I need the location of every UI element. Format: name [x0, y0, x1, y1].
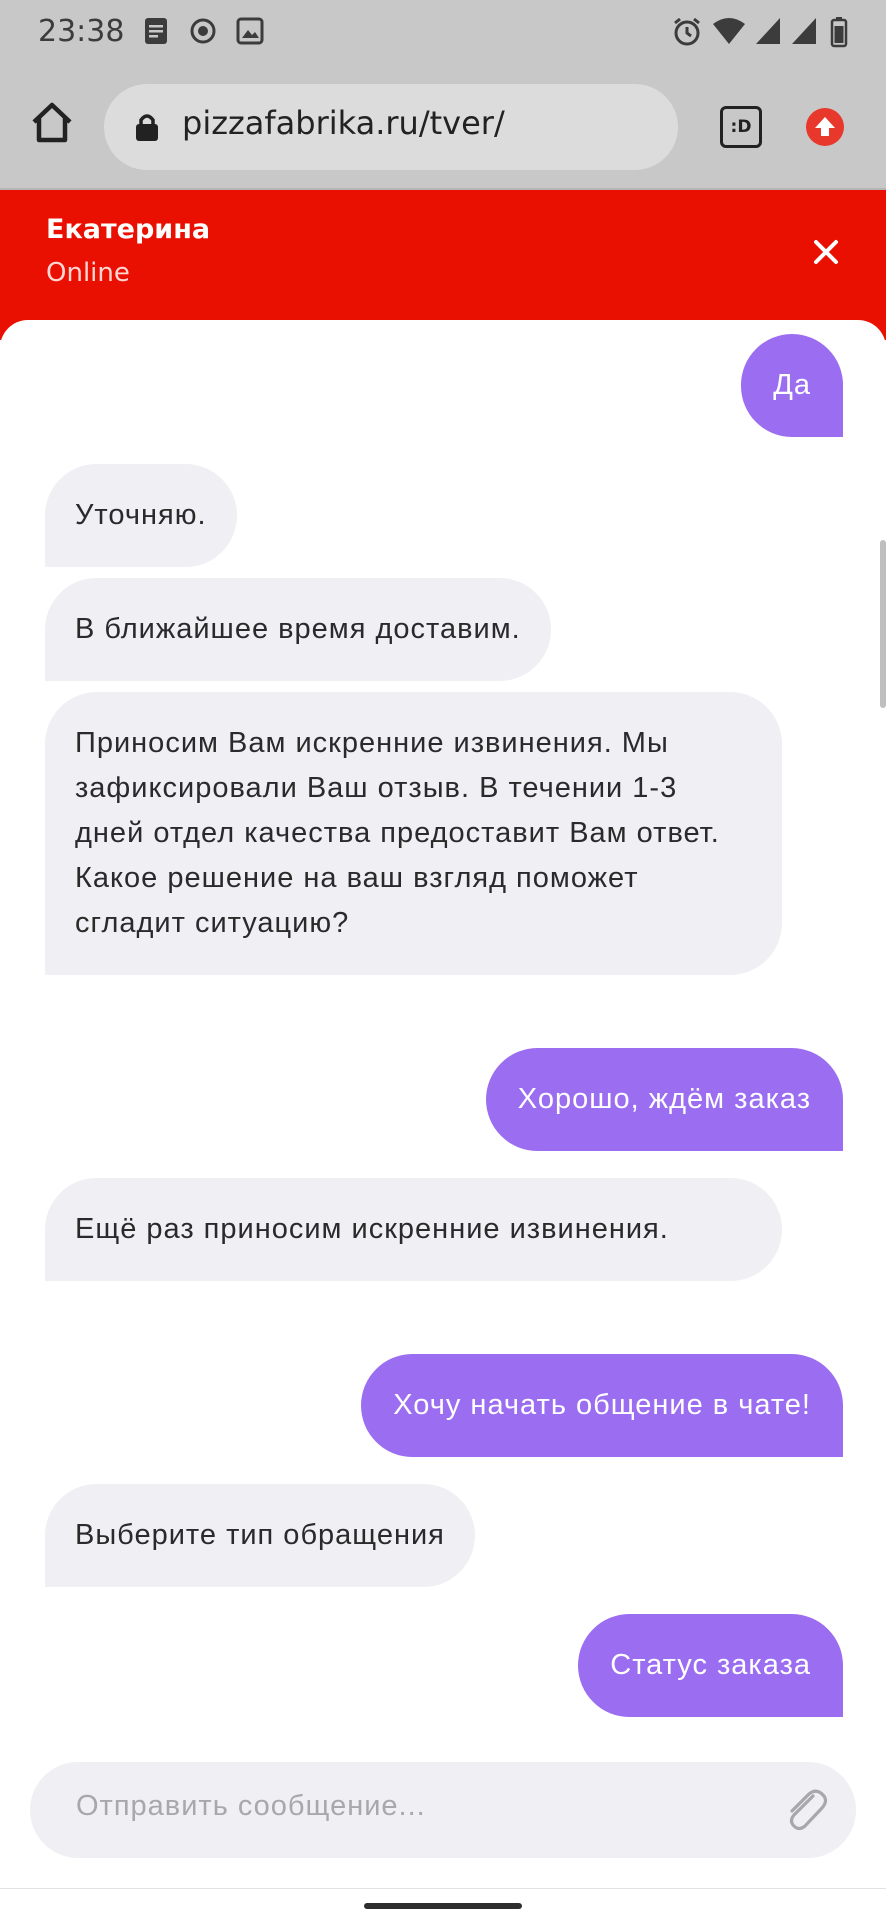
record-icon — [188, 16, 218, 50]
tab-switcher-button[interactable]: :D — [720, 106, 762, 148]
message-composer: Отправить сообщение... — [0, 1740, 886, 1890]
alarm-icon — [672, 16, 702, 52]
home-gesture-handle[interactable] — [364, 1903, 522, 1909]
signal-icon — [754, 16, 782, 50]
close-icon[interactable] — [808, 234, 844, 270]
chat-header: Екатерина Online — [0, 190, 886, 340]
chat-message-list[interactable]: Да Уточняю. В ближайшее время доставим. … — [0, 320, 886, 1740]
lock-icon — [134, 112, 160, 146]
system-nav-bar — [0, 1888, 886, 1921]
url-text: pizzafabrika.ru/tver/ — [182, 104, 505, 142]
paperclip-icon[interactable] — [780, 1784, 830, 1840]
user-message: Статус заказа — [578, 1614, 843, 1717]
agent-message: Уточняю. — [45, 464, 237, 567]
browser-toolbar: pizzafabrika.ru/tver/ :D — [0, 64, 886, 190]
extension-icon[interactable] — [806, 108, 844, 146]
message-input-placeholder: Отправить сообщение... — [76, 1790, 426, 1822]
scrollbar[interactable] — [880, 540, 886, 708]
signal-icon — [790, 16, 818, 50]
agent-message: Ещё раз приносим искренние извинения. — [45, 1178, 782, 1281]
wifi-icon — [712, 16, 746, 50]
url-bar[interactable]: pizzafabrika.ru/tver/ — [104, 84, 678, 170]
home-icon[interactable] — [30, 100, 74, 148]
status-bar: 23:38 — [0, 0, 886, 64]
user-message: Хорошо, ждём заказ — [485, 1048, 843, 1151]
agent-message: Приносим Вам искренние извинения. Мы заф… — [45, 692, 782, 975]
agent-message: В ближайшее время доставим. — [45, 578, 551, 681]
user-message: Хочу начать общение в чате! — [361, 1354, 843, 1457]
agent-name: Екатерина — [46, 214, 211, 245]
user-message: Да — [741, 334, 843, 437]
agent-status: Online — [46, 258, 130, 288]
message-input[interactable]: Отправить сообщение... — [30, 1762, 856, 1858]
battery-icon — [830, 16, 848, 52]
document-icon — [142, 16, 170, 50]
agent-message: Выберите тип обращения — [45, 1484, 475, 1587]
status-time: 23:38 — [38, 14, 125, 49]
image-icon — [236, 16, 264, 50]
